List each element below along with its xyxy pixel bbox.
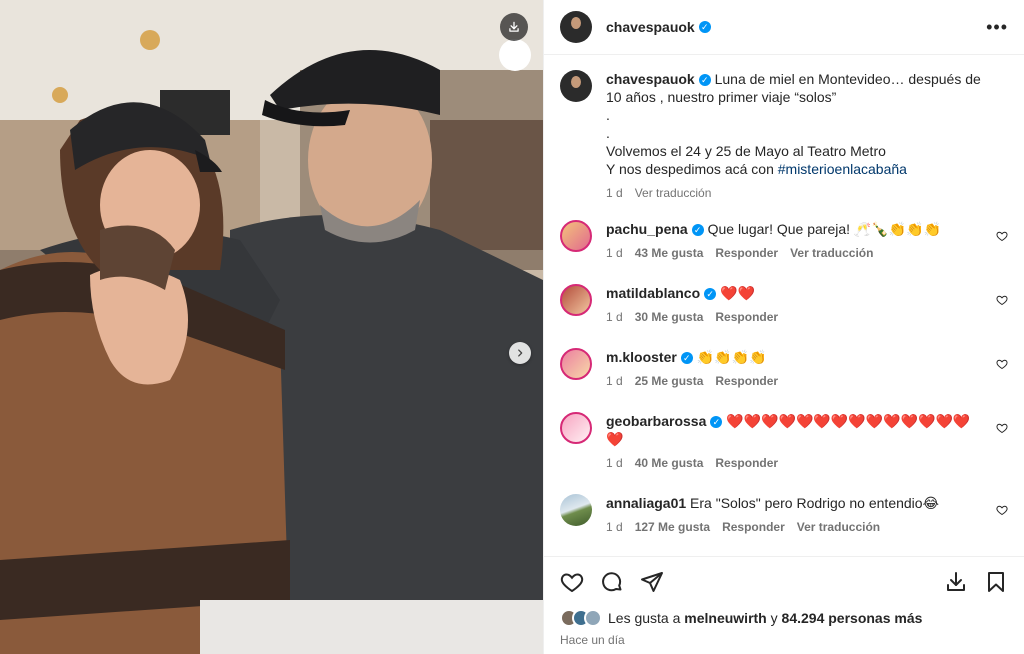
comment-time: 1 d xyxy=(606,374,623,388)
post-timestamp: Hace un día xyxy=(560,633,625,647)
verified-badge-icon: ✓ xyxy=(710,416,723,429)
likes-mid: y xyxy=(770,610,778,626)
comment-text: Que lugar! Que pareja! 🥂🍾👏👏👏 xyxy=(707,221,942,237)
post-header: chavespauok ✓ ••• xyxy=(544,0,1024,55)
more-options-icon[interactable]: ••• xyxy=(986,18,1008,36)
reply-button[interactable]: Responder xyxy=(715,308,778,326)
commenter-avatar[interactable] xyxy=(560,494,592,526)
download-icon xyxy=(509,21,519,32)
caption-dot2: . xyxy=(606,125,610,141)
likes-user[interactable]: melneuwirth xyxy=(684,610,766,626)
commenter-username[interactable]: pachu_pena xyxy=(606,221,688,237)
comment-item: annaliaga01 Era "Solos" pero Rodrigo no … xyxy=(560,494,1008,556)
reply-button[interactable]: Responder xyxy=(715,372,778,390)
like-comment-heart-icon[interactable] xyxy=(996,422,1008,437)
download-button[interactable] xyxy=(500,13,528,41)
translate-link[interactable]: Ver traducción xyxy=(797,518,880,536)
comment-time: 1 d xyxy=(606,246,623,260)
verified-badge-icon: ✓ xyxy=(704,288,717,301)
comment-text: Era "Solos" pero Rodrigo no entendio😂 xyxy=(690,495,939,511)
comment-likes[interactable]: 40 Me gusta xyxy=(635,454,704,472)
comment-item: matildablanco ✓ ❤️❤️ 1 d 30 Me gusta Resp… xyxy=(560,284,1008,348)
comment-bubble-icon[interactable] xyxy=(600,570,624,594)
comment-likes[interactable]: 43 Me gusta xyxy=(635,244,704,262)
save-download-icon[interactable] xyxy=(944,570,968,594)
likes-prefix: Les gusta a xyxy=(608,610,681,626)
share-paper-plane-icon[interactable] xyxy=(640,570,664,594)
translate-link[interactable]: Ver traducción xyxy=(790,244,873,262)
verified-badge-icon: ✓ xyxy=(680,352,693,365)
comment-text: ❤️❤️ xyxy=(720,285,755,301)
comment-text: 👏👏👏👏 xyxy=(696,349,767,365)
comment-item: geobarbarossa ✓ ❤️❤️❤️❤️❤️❤️❤️❤️❤️❤️❤️❤️❤… xyxy=(560,412,1008,494)
commenter-username[interactable]: annaliaga01 xyxy=(606,495,686,511)
comment-likes[interactable]: 30 Me gusta xyxy=(635,308,704,326)
photo-scene xyxy=(0,0,543,654)
author-username[interactable]: chavespauok xyxy=(606,19,695,35)
caption-time: 1 d xyxy=(606,186,623,200)
comment-time: 1 d xyxy=(606,520,623,534)
commenter-username[interactable]: geobarbarossa xyxy=(606,413,706,429)
caption-translate-link[interactable]: Ver traducción xyxy=(635,184,712,202)
post-actions: Les gusta a melneuwirth y 84.294 persona… xyxy=(544,556,1024,647)
comments-list[interactable]: chavespauok ✓ Luna de miel en Montevideo…… xyxy=(544,56,1024,556)
verified-badge-icon: ✓ xyxy=(698,21,711,33)
caption-author[interactable]: chavespauok xyxy=(606,71,695,87)
reply-button[interactable]: Responder xyxy=(722,518,785,536)
author-avatar[interactable] xyxy=(560,11,592,43)
comment-likes[interactable]: 25 Me gusta xyxy=(635,372,704,390)
post-details-panel: chavespauok ✓ ••• chavespauok ✓ Luna de m… xyxy=(543,0,1024,654)
liker-avatars[interactable] xyxy=(560,609,602,627)
verified-badge-icon: ✓ xyxy=(691,224,704,237)
comment-time: 1 d xyxy=(606,310,623,324)
like-comment-heart-icon[interactable] xyxy=(996,504,1008,519)
commenter-avatar[interactable] xyxy=(560,220,592,252)
comment-likes[interactable]: 127 Me gusta xyxy=(635,518,710,536)
likes-count[interactable]: 84.294 personas más xyxy=(782,610,923,626)
like-comment-heart-icon[interactable] xyxy=(996,358,1008,373)
comment-item: m.klooster ✓ 👏👏👏👏 1 d 25 Me gusta Respond… xyxy=(560,348,1008,412)
like-comment-heart-icon[interactable] xyxy=(996,294,1008,309)
caption-hashtag[interactable]: #misterioenlacabaña xyxy=(778,161,907,177)
caption: chavespauok ✓ Luna de miel en Montevideo…… xyxy=(560,70,1008,220)
comment-item: pachu_pena ✓ Que lugar! Que pareja! 🥂🍾👏👏👏… xyxy=(560,220,1008,284)
comment-time: 1 d xyxy=(606,456,623,470)
instagram-post-view: chavespauok ✓ ••• chavespauok ✓ Luna de m… xyxy=(0,0,1024,654)
reply-button[interactable]: Responder xyxy=(715,454,778,472)
like-comment-heart-icon[interactable] xyxy=(996,230,1008,245)
commenter-avatar[interactable] xyxy=(560,348,592,380)
caption-author-avatar[interactable] xyxy=(560,70,592,102)
caption-text-line2: Volvemos el 24 y 25 de Mayo al Teatro Me… xyxy=(606,143,886,159)
reply-button[interactable]: Responder xyxy=(715,244,778,262)
chevron-right-icon xyxy=(518,349,523,357)
commenter-avatar[interactable] xyxy=(560,284,592,316)
commenter-username[interactable]: m.klooster xyxy=(606,349,677,365)
bookmark-icon[interactable] xyxy=(984,570,1008,594)
post-photo[interactable] xyxy=(0,0,543,654)
likes-summary: Les gusta a melneuwirth y 84.294 persona… xyxy=(560,609,1008,627)
next-photo-button[interactable] xyxy=(509,342,531,364)
commenter-avatar[interactable] xyxy=(560,412,592,444)
like-heart-icon[interactable] xyxy=(560,570,584,594)
commenter-username[interactable]: matildablanco xyxy=(606,285,700,301)
verified-badge-icon: ✓ xyxy=(698,74,711,87)
caption-dot1: . xyxy=(606,107,610,123)
caption-text-line3: Y nos despedimos acá con xyxy=(606,161,774,177)
